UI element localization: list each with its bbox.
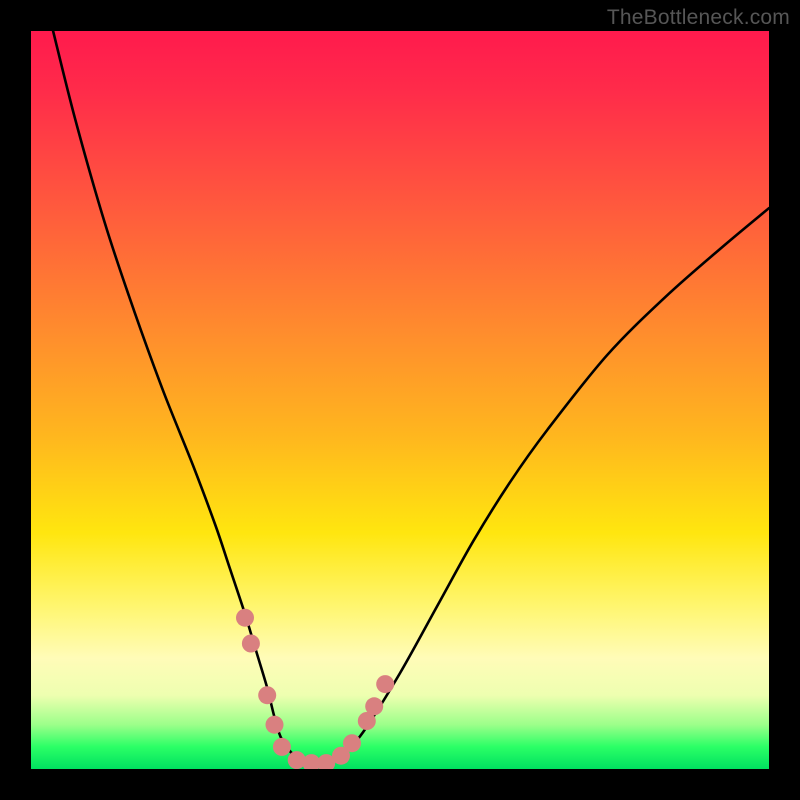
plot-area xyxy=(31,31,769,769)
watermark-text: TheBottleneck.com xyxy=(607,6,790,30)
chart-frame: TheBottleneck.com xyxy=(0,0,800,800)
curve-marker xyxy=(273,738,291,756)
curve-path xyxy=(53,31,769,764)
curve-marker xyxy=(236,609,254,627)
marker-group xyxy=(236,609,394,769)
curve-marker xyxy=(343,734,361,752)
curve-marker xyxy=(242,635,260,653)
curve-marker xyxy=(266,716,284,734)
curve-marker xyxy=(258,686,276,704)
curve-marker xyxy=(365,697,383,715)
chart-svg xyxy=(31,31,769,769)
curve-marker xyxy=(376,675,394,693)
